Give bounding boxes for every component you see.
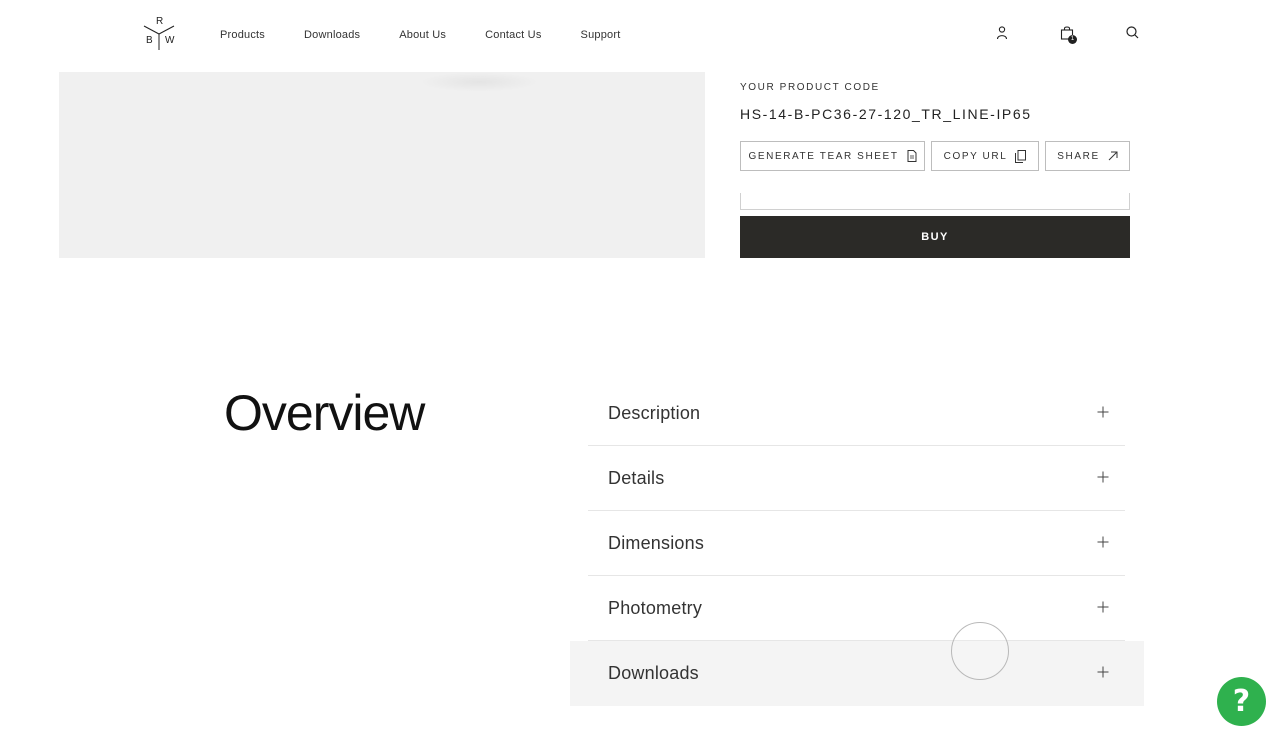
plus-icon	[1097, 666, 1109, 678]
accordion-label: Dimensions	[608, 533, 705, 553]
cart-count-badge: 1	[1068, 35, 1077, 44]
plus-icon	[1097, 601, 1109, 613]
accordion-label: Photometry	[608, 598, 703, 618]
nav-contact-us[interactable]: Contact Us	[485, 29, 541, 42]
product-code-value: HS-14-B-PC36-27-120_TR_LINE-IP65	[740, 106, 1032, 122]
overview-heading: Overview	[224, 385, 425, 441]
copy-url-button[interactable]: COPY URL	[931, 141, 1039, 171]
accordion-details[interactable]: Details	[570, 446, 1144, 511]
gallery-image-shadow	[419, 72, 539, 92]
product-code-label: YOUR PRODUCT CODE	[740, 82, 880, 93]
plus-icon	[1097, 536, 1109, 548]
help-button[interactable]: ?	[1217, 677, 1266, 726]
logo-letter-right: W	[165, 35, 175, 46]
accordion-label: Downloads	[608, 663, 699, 683]
document-icon	[907, 150, 917, 162]
cart-icon[interactable]: 1	[1060, 25, 1077, 44]
search-icon[interactable]	[1125, 25, 1141, 41]
nav-products[interactable]: Products	[220, 29, 265, 42]
plus-icon	[1097, 471, 1109, 483]
accordion-dimensions[interactable]: Dimensions	[570, 511, 1144, 576]
nav-support[interactable]: Support	[581, 29, 621, 42]
accordion-description[interactable]: Description	[570, 381, 1144, 446]
plus-icon	[1097, 406, 1109, 418]
logo-letter-top: R	[156, 16, 164, 27]
share-button[interactable]: SHARE	[1045, 141, 1130, 171]
tear-sheet-label: GENERATE TEAR SHEET	[748, 150, 899, 162]
nav-about-us[interactable]: About Us	[399, 29, 446, 42]
account-icon[interactable]	[995, 25, 1011, 41]
copy-url-label: COPY URL	[943, 150, 1008, 162]
generate-tear-sheet-button[interactable]: GENERATE TEAR SHEET	[740, 141, 925, 171]
site-header: R B W Products Downloads About Us Contac…	[0, 0, 1280, 72]
cursor-indicator	[951, 622, 1009, 680]
quantity-field[interactable]	[740, 193, 1130, 210]
brand-logo[interactable]: R B W	[141, 14, 177, 52]
product-image-gallery[interactable]	[59, 72, 705, 258]
share-label: SHARE	[1057, 150, 1100, 162]
accordion-photometry[interactable]: Photometry	[570, 576, 1144, 641]
overview-accordion: Description Details Dimensions Photometr…	[570, 381, 1144, 706]
accordion-label: Description	[608, 403, 701, 423]
buy-button[interactable]: BUY	[740, 216, 1130, 258]
logo-letter-left: B	[146, 35, 153, 46]
main-nav: Products Downloads About Us Contact Us S…	[220, 29, 659, 42]
nav-downloads[interactable]: Downloads	[304, 29, 360, 42]
accordion-downloads[interactable]: Downloads	[570, 641, 1144, 706]
arrow-up-right-icon	[1108, 151, 1118, 161]
accordion-label: Details	[608, 468, 665, 488]
copy-icon	[1015, 149, 1027, 163]
